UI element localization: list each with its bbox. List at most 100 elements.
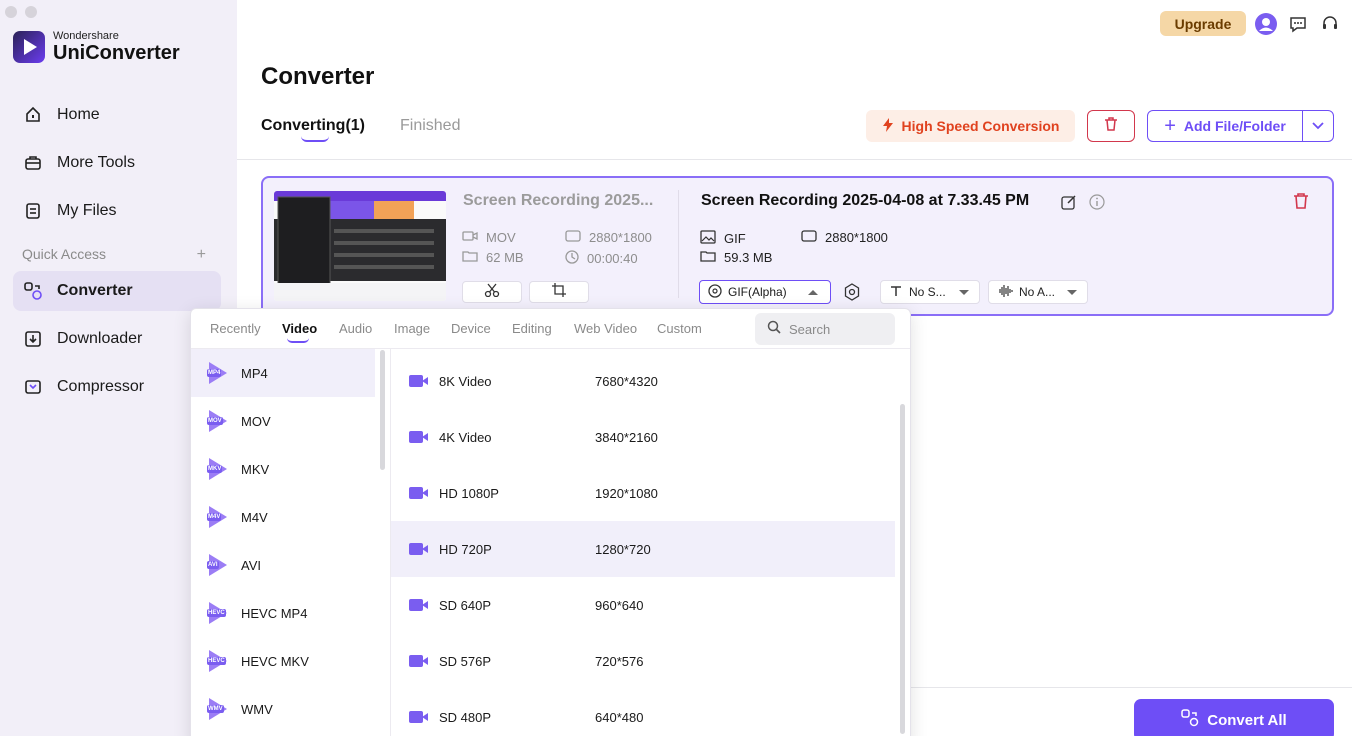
format-tab-device[interactable]: Device [451, 321, 491, 336]
resolution-item-4k[interactable]: 4K Video 3840*2160 [391, 409, 895, 465]
feedback-icon[interactable] [1286, 12, 1310, 36]
sidebar-item-home[interactable]: Home [13, 95, 221, 135]
high-speed-conversion-label: High Speed Conversion [901, 118, 1060, 134]
video-camera-icon [462, 230, 478, 245]
add-file-folder-main[interactable]: + Add File/Folder [1148, 111, 1303, 141]
product-name: UniConverter [53, 42, 180, 64]
resolution-item-640p[interactable]: SD 640P 960*640 [391, 577, 895, 633]
format-search-box[interactable] [755, 313, 895, 345]
format-label: WMV [241, 701, 273, 717]
format-tab-web-video[interactable]: Web Video [574, 321, 637, 336]
format-item-wmv[interactable]: WMV WMV [191, 685, 375, 733]
audio-value: No A... [1019, 285, 1056, 299]
video-camera-icon [409, 653, 429, 669]
sidebar-item-label: Compressor [57, 378, 145, 395]
format-tab-image[interactable]: Image [394, 321, 430, 336]
sidebar-item-more-tools[interactable]: More Tools [13, 143, 221, 183]
video-thumbnail[interactable] [274, 191, 446, 301]
window-controls [5, 6, 37, 18]
format-item-hevc-mkv[interactable]: HEVC HEVC MKV [191, 637, 375, 685]
delete-all-button[interactable] [1087, 110, 1135, 142]
scissors-icon [484, 283, 500, 302]
format-tab-custom[interactable]: Custom [657, 321, 702, 336]
add-file-dropdown-button[interactable] [1303, 117, 1333, 135]
high-speed-conversion-button[interactable]: High Speed Conversion [866, 110, 1075, 142]
upgrade-button[interactable]: Upgrade [1160, 11, 1246, 36]
output-format: GIF [724, 231, 746, 246]
crop-icon [552, 282, 566, 302]
source-duration: 00:00:40 [587, 251, 638, 266]
folder-icon [462, 250, 478, 265]
sidebar-item-my-files[interactable]: My Files [13, 191, 221, 231]
quick-access-header: Quick Access + [22, 246, 206, 264]
format-tab-editing[interactable]: Editing [512, 321, 552, 336]
resolution-list: 8K Video 7680*4320 4K Video 3840*2160 HD… [391, 349, 911, 736]
caret-up-icon [808, 289, 818, 295]
resolution-name: SD 576P [439, 653, 492, 669]
resolution-value: 3840*2160 [595, 429, 658, 445]
source-file-name: Screen Recording 2025... [463, 192, 654, 209]
audio-track-select[interactable]: No A... [988, 280, 1088, 304]
output-resolution-meta: 2880*1800 [801, 230, 888, 245]
support-headset-icon[interactable] [1318, 12, 1342, 36]
resolution-icon [565, 230, 581, 245]
plus-icon: + [1164, 115, 1176, 137]
format-list-scrollbar[interactable] [380, 350, 385, 470]
resolution-item-1080p[interactable]: HD 1080P 1920*1080 [391, 465, 895, 521]
subtitle-select[interactable]: No S... [880, 280, 980, 304]
caret-down-icon [959, 289, 969, 295]
format-item-mkv[interactable]: MKV MKV [191, 445, 375, 493]
resolution-item-720p[interactable]: HD 720P 1280*720 [391, 521, 895, 577]
resolution-value: 1920*1080 [595, 485, 658, 501]
format-tab-video[interactable]: Video [282, 321, 317, 336]
delete-file-icon[interactable] [1293, 192, 1309, 215]
resolution-value: 7680*4320 [595, 373, 658, 389]
trim-button[interactable] [462, 281, 522, 303]
home-icon [23, 105, 43, 125]
resolution-name: HD 720P [439, 541, 492, 557]
output-settings-icon[interactable] [843, 283, 861, 306]
format-item-m4v[interactable]: M4V M4V [191, 493, 375, 541]
format-tab-audio[interactable]: Audio [339, 321, 372, 336]
format-item-avi[interactable]: AVI AVI [191, 541, 375, 589]
format-label: MOV [241, 413, 271, 429]
account-avatar-icon[interactable] [1254, 12, 1278, 36]
sidebar-item-label: My Files [57, 202, 117, 219]
tab-converting[interactable]: Converting(1) [261, 117, 365, 135]
downloader-icon [23, 329, 43, 349]
resolution-list-scrollbar[interactable] [900, 404, 905, 734]
resolution-item-480p[interactable]: SD 480P 640*480 [391, 689, 895, 736]
resolution-item-8k[interactable]: 8K Video 7680*4320 [391, 353, 895, 409]
add-quick-access-icon[interactable]: + [197, 246, 206, 264]
format-item-hevc-mp4[interactable]: HEVC HEVC MP4 [191, 589, 375, 637]
active-tab-indicator [301, 136, 329, 142]
source-duration-meta: 00:00:40 [565, 250, 638, 267]
output-format-select[interactable]: GIF(Alpha) [699, 280, 831, 304]
resolution-icon [801, 230, 817, 245]
source-size-meta: 62 MB [462, 250, 524, 265]
header-divider [237, 159, 1352, 160]
file-item-card[interactable]: Screen Recording 2025... MOV 62 MB 2880*… [261, 176, 1334, 316]
sidebar-item-converter[interactable]: Converter [13, 271, 221, 311]
format-item-mp4[interactable]: MP4 MP4 [191, 349, 375, 397]
output-format-meta: GIF [700, 230, 746, 247]
resolution-name: 8K Video [439, 373, 492, 389]
convert-all-button[interactable]: Convert All [1134, 699, 1334, 736]
format-item-mov[interactable]: MOV MOV [191, 397, 375, 445]
resolution-item-576p[interactable]: SD 576P 720*576 [391, 633, 895, 689]
tab-finished[interactable]: Finished [400, 117, 460, 135]
minimize-window-button[interactable] [25, 6, 37, 18]
close-window-button[interactable] [5, 6, 17, 18]
format-tab-recently[interactable]: Recently [210, 321, 261, 336]
add-file-folder-button[interactable]: + Add File/Folder [1147, 110, 1334, 142]
mkv-format-icon: MKV [207, 458, 229, 480]
files-icon [23, 201, 43, 221]
edit-name-icon[interactable] [1061, 194, 1077, 215]
uniconverter-logo-icon [13, 31, 45, 63]
video-camera-icon [409, 429, 429, 445]
format-label: M4V [241, 509, 268, 525]
format-search-input[interactable] [789, 321, 879, 337]
crop-button[interactable] [529, 281, 589, 303]
info-icon[interactable] [1089, 194, 1105, 215]
add-file-folder-label: Add File/Folder [1183, 118, 1286, 134]
